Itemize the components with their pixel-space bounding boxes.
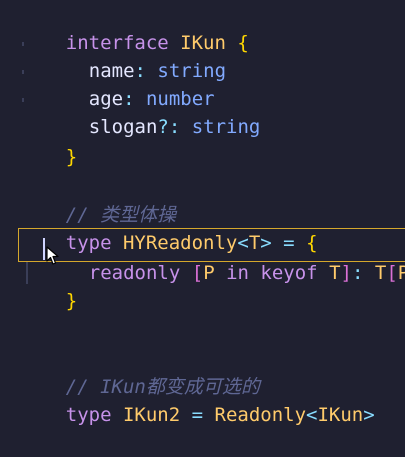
keyword-readonly: readonly bbox=[88, 262, 181, 284]
comment-line: // 类型体操 bbox=[65, 204, 177, 226]
code-line-3: age: number bbox=[88, 88, 215, 110]
code-line-1: interface IKun { bbox=[20, 1, 249, 54]
close-brace: } bbox=[65, 290, 78, 312]
comment-line: // IKun都变成可选的 bbox=[65, 376, 260, 398]
indent-guide bbox=[22, 98, 24, 102]
code-line-7: type HYReadonly<T> = { bbox=[65, 232, 318, 254]
type-name-ikun2: IKun2 bbox=[122, 404, 181, 426]
open-brace: { bbox=[237, 32, 249, 54]
property-slogan: slogan bbox=[88, 116, 158, 138]
code-line-2: name: string bbox=[88, 60, 227, 82]
code-line-8[interactable]: readonly [P in keyof T]: T[P] bbox=[43, 231, 405, 284]
keyword-type: type bbox=[65, 404, 112, 426]
type-readonly: Readonly bbox=[214, 404, 307, 426]
text-cursor bbox=[43, 238, 45, 260]
close-brace: } bbox=[65, 146, 78, 168]
code-line-5: } bbox=[20, 115, 77, 168]
code-line-9: } bbox=[20, 259, 77, 312]
code-line-4: slogan?: string bbox=[88, 116, 261, 138]
keyword-keyof: keyof bbox=[260, 262, 318, 284]
type-string: string bbox=[191, 116, 261, 138]
code-line-11: type IKun2 = Readonly<IKun> bbox=[65, 404, 375, 426]
code-editor[interactable]: interface IKun { name: string age: numbe… bbox=[0, 0, 405, 426]
